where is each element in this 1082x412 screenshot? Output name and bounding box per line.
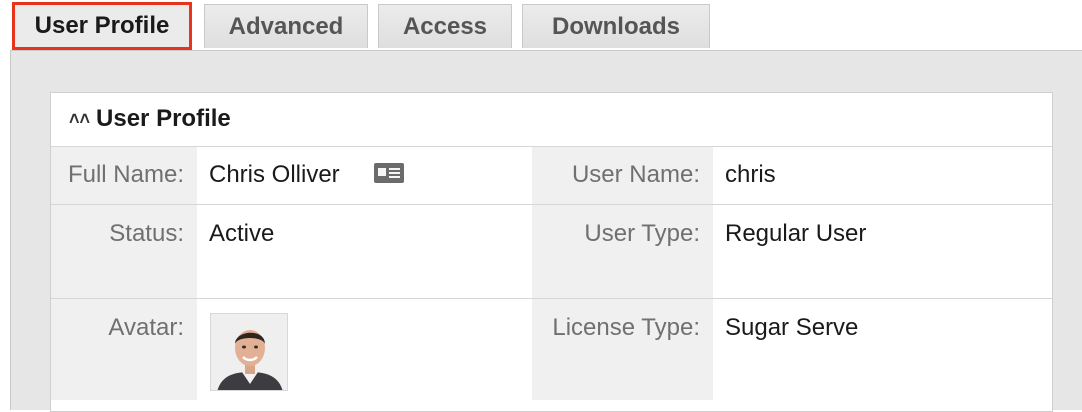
section-header[interactable]: ˄˄ User Profile [51,93,1052,145]
user-type-value: Regular User [725,220,867,247]
double-chevron-up-icon[interactable]: ˄˄ [69,109,90,130]
user-type-label: User Type: [532,205,713,298]
tab-advanced[interactable]: Advanced [204,4,368,48]
tab-downloads[interactable]: Downloads [522,4,710,48]
avatar-label: Avatar: [51,299,197,400]
avatar-portrait-icon [211,314,287,390]
full-name-label: Full Name: [51,146,197,204]
tab-bar: User Profile Advanced Access Downloads [10,0,1082,50]
license-type-value: Sugar Serve [725,314,859,341]
row-divider [51,146,1052,147]
status-label: Status: [51,205,197,298]
user-name-value: chris [725,161,776,188]
user-name-label: User Name: [532,146,713,204]
status-value: Active [209,220,275,247]
tab-user-profile[interactable]: User Profile [12,2,192,50]
avatar-photo [210,313,288,391]
vcard-icon[interactable] [374,163,404,183]
section-title: User Profile [96,105,231,132]
tab-access[interactable]: Access [378,4,512,48]
full-name-value: Chris Olliver [209,161,340,188]
row-divider [51,298,1052,299]
row-divider [51,204,1052,205]
license-type-label: License Type: [532,299,713,400]
